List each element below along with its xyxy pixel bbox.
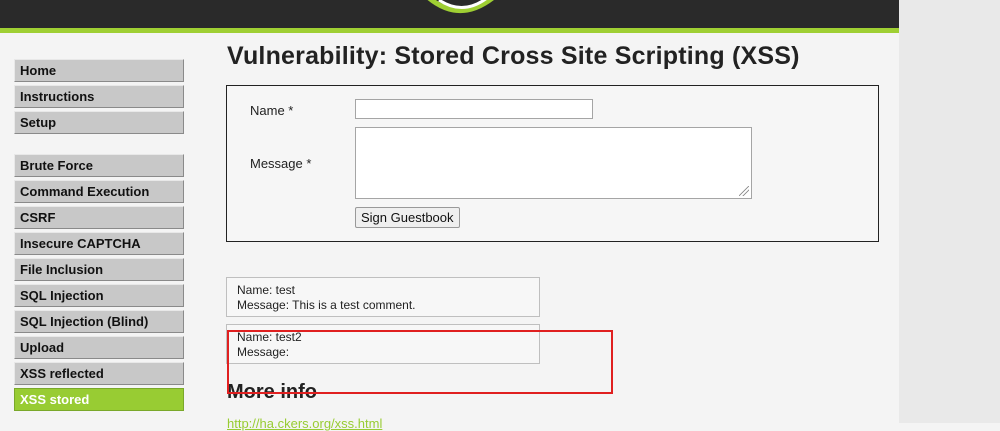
sidebar-item-sql-injection[interactable]: SQL Injection (14, 284, 184, 307)
sidebar-item-instructions[interactable]: Instructions (14, 85, 184, 108)
sidebar-menu: Home Instructions Setup Brute Force Comm… (14, 59, 184, 414)
name-field-label: Name * (250, 103, 294, 118)
sidebar-item-csrf[interactable]: CSRF (14, 206, 184, 229)
sidebar-item-sql-injection-blind[interactable]: SQL Injection (Blind) (14, 310, 184, 333)
guestbook-form: Name * Message * Sign Guestbook (226, 85, 879, 242)
sign-guestbook-button[interactable]: Sign Guestbook (355, 207, 460, 228)
sidebar-item-home[interactable]: Home (14, 59, 184, 82)
sidebar-item-xss-reflected[interactable]: XSS reflected (14, 362, 184, 385)
page-header (0, 0, 899, 28)
page-title: Vulnerability: Stored Cross Site Scripti… (227, 42, 800, 70)
dvwa-logo-icon (427, 0, 494, 13)
guestbook-entry: Name: test Message: This is a test comme… (226, 277, 540, 317)
resize-handle-icon[interactable] (739, 186, 749, 196)
entry-name: Name: test (237, 283, 296, 297)
message-field-label: Message * (250, 156, 312, 171)
sidebar-item-upload[interactable]: Upload (14, 336, 184, 359)
annotation-highlight-box (227, 330, 613, 394)
sidebar-item-insecure-captcha[interactable]: Insecure CAPTCHA (14, 232, 184, 255)
sidebar-item-command-execution[interactable]: Command Execution (14, 180, 184, 203)
sidebar-item-file-inclusion[interactable]: File Inclusion (14, 258, 184, 281)
header-accent-bar (0, 28, 899, 33)
message-textarea[interactable] (355, 127, 752, 199)
sidebar-item-brute-force[interactable]: Brute Force (14, 154, 184, 177)
sidebar-item-setup[interactable]: Setup (14, 111, 184, 134)
entry-message: Message: This is a test comment. (237, 298, 416, 312)
sidebar-item-xss-stored[interactable]: XSS stored (14, 388, 184, 411)
name-input[interactable] (355, 99, 593, 119)
more-info-link[interactable]: http://ha.ckers.org/xss.html (227, 416, 382, 431)
window-background-right (899, 0, 1000, 423)
